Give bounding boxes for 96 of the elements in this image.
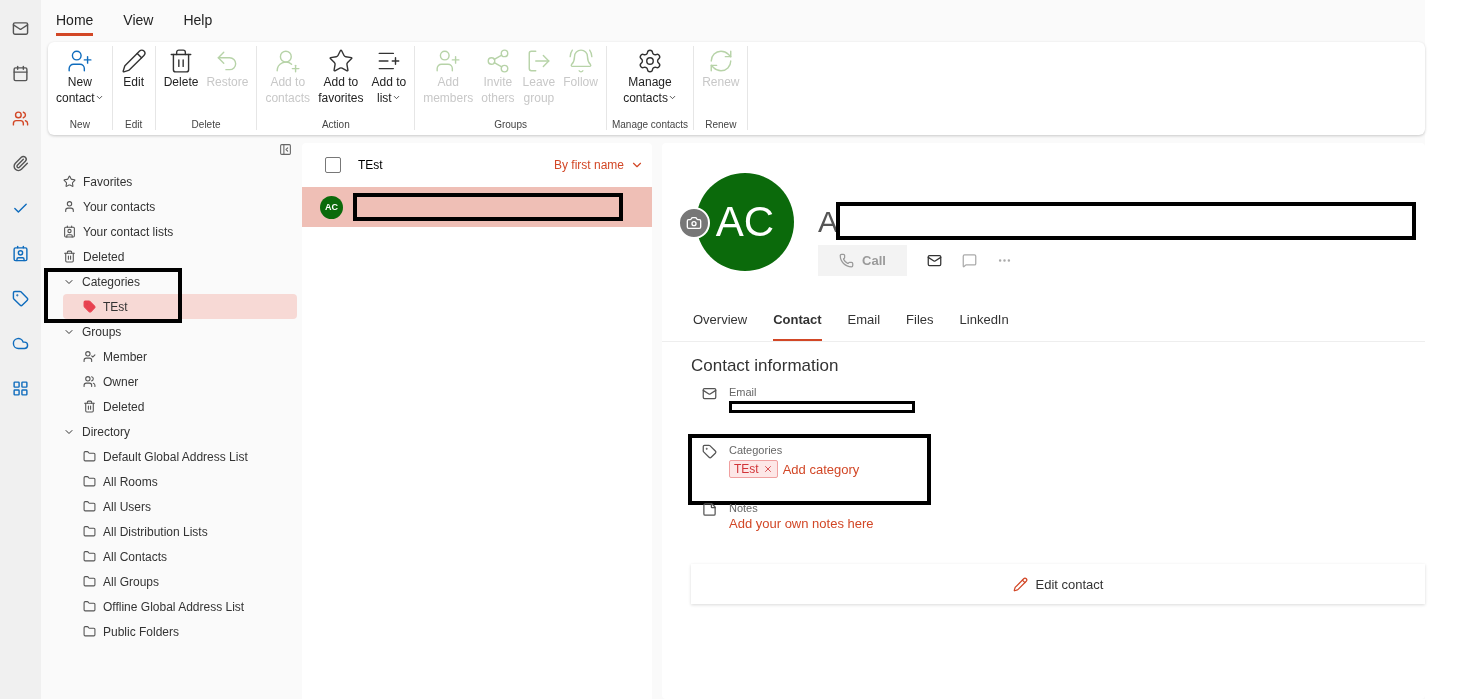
ribbon-tab[interactable]: View	[123, 12, 154, 36]
sort-dropdown[interactable]: By first name	[553, 158, 644, 172]
edit-contact-button[interactable]: Edit contact	[691, 564, 1425, 604]
nav-item[interactable]: Member	[63, 344, 297, 369]
detail-tab[interactable]: LinkedIn	[959, 312, 1009, 341]
ribbon-button[interactable]: Add to favorites	[315, 46, 367, 119]
nav-item[interactable]: Owner	[63, 369, 297, 394]
people-icon[interactable]	[12, 110, 29, 127]
folder-icon	[83, 525, 96, 538]
people-icon	[83, 375, 96, 388]
nav-item[interactable]: Default Global Address List	[63, 444, 297, 469]
collapse-icon[interactable]	[279, 143, 292, 156]
nav-item[interactable]: Deleted	[63, 394, 297, 419]
folder-icon	[83, 625, 96, 638]
star-icon	[327, 48, 354, 74]
folder-icon	[83, 600, 96, 613]
ribbon-button[interactable]: Delete	[160, 46, 202, 119]
ribbon-button[interactable]: Manage contacts	[620, 46, 680, 119]
detail-tab[interactable]: Contact	[773, 312, 822, 341]
camera-icon	[686, 215, 702, 231]
contact-card-icon[interactable]	[12, 245, 29, 262]
nav-item[interactable]: All Contacts	[63, 544, 297, 569]
folder-icon	[83, 450, 96, 463]
field-label: Notes	[729, 502, 759, 514]
nav-item[interactable]: Deleted	[63, 244, 297, 269]
paperclip-icon[interactable]	[12, 155, 29, 172]
nav-item[interactable]: Public Folders	[63, 619, 297, 644]
pencil-icon	[1012, 576, 1028, 592]
tag-icon[interactable]	[12, 290, 29, 307]
folder-icon	[83, 575, 96, 588]
detail-tab[interactable]: Email	[847, 312, 881, 341]
bell-icon	[567, 48, 594, 74]
nav-item[interactable]: Your contacts	[63, 194, 297, 219]
group-label: Action	[321, 119, 350, 130]
person-add-icon	[66, 48, 93, 74]
nav-section[interactable]: Groups	[63, 319, 297, 344]
ribbon-button[interactable]: New contact	[53, 46, 107, 119]
star-icon	[63, 175, 76, 188]
group-label: Manage contacts	[611, 119, 689, 130]
contact-name: A	[818, 205, 838, 238]
cloud-icon[interactable]	[12, 335, 29, 352]
remove-icon[interactable]	[762, 464, 773, 474]
group-label: Groups	[494, 119, 527, 130]
group-label: Edit	[125, 119, 143, 130]
section-title: Contact information	[690, 355, 840, 376]
group-label: Delete	[191, 119, 221, 130]
contact-row[interactable]: AC	[302, 187, 652, 227]
nav-item[interactable]: Offline Global Address List	[63, 594, 297, 619]
ribbon-tab[interactable]: Help	[183, 12, 213, 36]
nav-item[interactable]: Favorites	[63, 169, 297, 194]
detail-tab[interactable]: Overview	[693, 312, 748, 341]
avatar: AC	[320, 195, 343, 219]
mail-icon[interactable]	[927, 253, 942, 268]
contact-card-icon	[63, 225, 76, 238]
nav-item[interactable]: All Rooms	[63, 469, 297, 494]
detail-tab[interactable]: Files	[906, 312, 934, 341]
group-label: Renew	[705, 119, 737, 130]
caret-icon	[94, 93, 104, 102]
select-all-checkbox[interactable]	[325, 157, 341, 173]
list-title: TEst	[358, 158, 383, 172]
ribbon-tab[interactable]: Home	[56, 12, 94, 36]
folder-icon	[83, 475, 96, 488]
ribbon-button[interactable]: Edit	[117, 46, 150, 119]
ribbon-button[interactable]: Add to list	[368, 46, 410, 119]
field-label: Categories	[729, 444, 784, 456]
caret-icon	[391, 93, 401, 102]
nav-item[interactable]: All Groups	[63, 569, 297, 594]
mail-icon[interactable]	[12, 20, 29, 37]
mail-icon	[702, 386, 717, 401]
folder-icon	[83, 500, 96, 513]
person-check-icon	[83, 350, 96, 363]
pencil-icon	[120, 48, 147, 74]
note-icon	[702, 502, 717, 517]
folder-icon	[83, 550, 96, 563]
person-add-icon	[435, 48, 462, 74]
trash-icon	[63, 250, 76, 263]
trash-icon	[83, 400, 96, 413]
nav-item[interactable]: Your contact lists	[63, 219, 297, 244]
person-add-icon	[274, 48, 301, 74]
group-label: New	[69, 119, 90, 130]
nav-item[interactable]: All Users	[63, 494, 297, 519]
add-category-link[interactable]: Add category	[782, 461, 860, 477]
person-icon	[63, 200, 76, 213]
calendar-icon[interactable]	[12, 65, 29, 82]
camera-button[interactable]	[678, 207, 710, 239]
category-tag: TEst	[729, 460, 778, 478]
add-notes-link[interactable]: Add your own notes here	[729, 516, 874, 531]
phone-icon	[839, 253, 855, 268]
nav-item[interactable]: TEst	[63, 294, 297, 319]
nav-section[interactable]: Categories	[63, 269, 297, 294]
tag-icon	[702, 444, 717, 459]
caret-icon	[667, 93, 677, 102]
nav-section[interactable]: Directory	[63, 419, 297, 444]
field-label: Email	[729, 386, 758, 398]
apps-icon[interactable]	[12, 380, 29, 397]
nav-item[interactable]: All Distribution Lists	[63, 519, 297, 544]
